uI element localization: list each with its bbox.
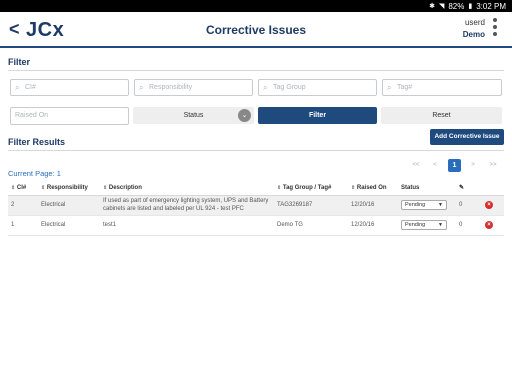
cell-description: If used as part of emergency lighting sy… (100, 195, 274, 216)
pager-next[interactable]: > (466, 159, 480, 172)
clock: 3:02 PM (476, 1, 506, 11)
cell-tag: Demo TG (274, 215, 348, 236)
col-attachments: ✎ (456, 181, 482, 196)
battery-icon: ▮ (468, 3, 473, 10)
status-dropdown[interactable]: Pending ▼ (401, 220, 447, 230)
table-header-row: ⇕ CI# ⇕ Responsibility ⇕ Description ⇕ T… (8, 181, 504, 196)
tag-group-placeholder: Tag Group (273, 84, 306, 91)
user-name: userd (464, 18, 485, 27)
search-icon: ⌕ (263, 83, 268, 92)
results-table: ⇕ CI# ⇕ Responsibility ⇕ Description ⇕ T… (8, 181, 504, 236)
cell-count: 0 (456, 195, 482, 216)
responsibility-placeholder: Responsibility (149, 84, 193, 91)
app-header: < JCx Corrective Issues userd Demo (0, 12, 512, 48)
wifi-icon: ◥ (438, 3, 445, 10)
cell-ci: 2 (8, 195, 38, 216)
attachment-icon: ✎ (459, 185, 465, 192)
dropdown-arrow-icon: ▼ (438, 202, 443, 208)
cell-count: 0 (456, 215, 482, 236)
cell-responsibility: Electrical (38, 215, 100, 236)
search-icon: ⌕ (387, 83, 392, 92)
cell-status: Pending ▼ (398, 215, 456, 236)
col-status: Status (398, 181, 456, 196)
delete-icon[interactable]: × (485, 221, 493, 229)
results-heading: Filter Results (8, 137, 66, 147)
cell-status: Pending ▼ (398, 195, 456, 216)
user-role: Demo (462, 30, 485, 39)
cell-actions: × (482, 195, 504, 216)
responsibility-search-input[interactable]: ⌕ Responsibility (134, 79, 253, 96)
raised-on-date-input[interactable]: Raised On (10, 107, 129, 125)
battery-level: 82% (448, 1, 465, 11)
search-icon: ⌕ (139, 83, 144, 92)
tag-group-search-input[interactable]: ⌕ Tag Group (258, 79, 377, 96)
raised-on-placeholder: Raised On (15, 112, 49, 119)
cell-actions: × (482, 215, 504, 236)
results-divider (8, 150, 504, 151)
dropdown-arrow-icon: ▼ (438, 222, 443, 228)
page-title: Corrective Issues (205, 23, 307, 37)
chevron-down-icon: ⌄ (238, 109, 251, 122)
col-responsibility[interactable]: ⇕ Responsibility (38, 181, 100, 196)
col-description[interactable]: ⇕ Description (100, 181, 274, 196)
filter-button[interactable]: Filter (258, 107, 377, 124)
reset-button[interactable]: Reset (381, 107, 502, 124)
current-page-label: Current Page: 1 (8, 169, 61, 178)
cell-raised-on: 12/20/16 (348, 195, 398, 216)
tag-placeholder: Tag# (397, 84, 413, 91)
bluetooth-icon: ✱ (429, 3, 435, 10)
filter-heading: Filter (8, 57, 31, 67)
system-status-bar: ✱ ◥ 82% ▮ 3:02 PM (0, 0, 512, 12)
table-row[interactable]: 1 Electrical test1 Demo TG 12/20/16 Pend… (8, 215, 504, 236)
add-corrective-issue-button[interactable]: Add Corrective Issue (430, 129, 504, 145)
sort-icon: ⇕ (11, 184, 16, 191)
search-icon: ⌕ (15, 83, 20, 92)
filter-divider (8, 70, 504, 71)
col-actions (482, 181, 504, 196)
table-row[interactable]: 2 Electrical If used as part of emergenc… (8, 195, 504, 216)
sort-icon: ⇕ (41, 184, 46, 191)
sort-icon: ⇕ (103, 184, 108, 191)
sort-icon: ⇕ (351, 184, 356, 191)
col-tag[interactable]: ⇕ Tag Group / Tag# (274, 181, 348, 196)
col-ci[interactable]: ⇕ CI# (8, 181, 38, 196)
pager-first[interactable]: << (406, 159, 426, 172)
user-info[interactable]: userd Demo (463, 17, 485, 41)
cell-tag: TAG3269187 (274, 195, 348, 216)
cell-description: test1 (100, 215, 274, 236)
tag-search-input[interactable]: ⌕ Tag# (382, 79, 502, 96)
sort-icon: ⇕ (277, 184, 282, 191)
ci-search-input[interactable]: ⌕ CI# (10, 79, 129, 96)
status-dropdown[interactable]: Pending ▼ (401, 200, 447, 210)
ci-placeholder: CI# (25, 84, 36, 91)
delete-icon[interactable]: × (485, 201, 493, 209)
col-raised-on[interactable]: ⇕ Raised On (348, 181, 398, 196)
cell-raised-on: 12/20/16 (348, 215, 398, 236)
status-label: Status (183, 112, 204, 119)
pager-prev[interactable]: < (428, 159, 442, 172)
cell-responsibility: Electrical (38, 195, 100, 216)
pager-last[interactable]: >> (483, 159, 503, 172)
status-select[interactable]: Status ⌄ (133, 107, 254, 124)
overflow-menu-icon[interactable] (493, 18, 499, 36)
pager-current-page[interactable]: 1 (448, 159, 461, 172)
cell-ci: 1 (8, 215, 38, 236)
